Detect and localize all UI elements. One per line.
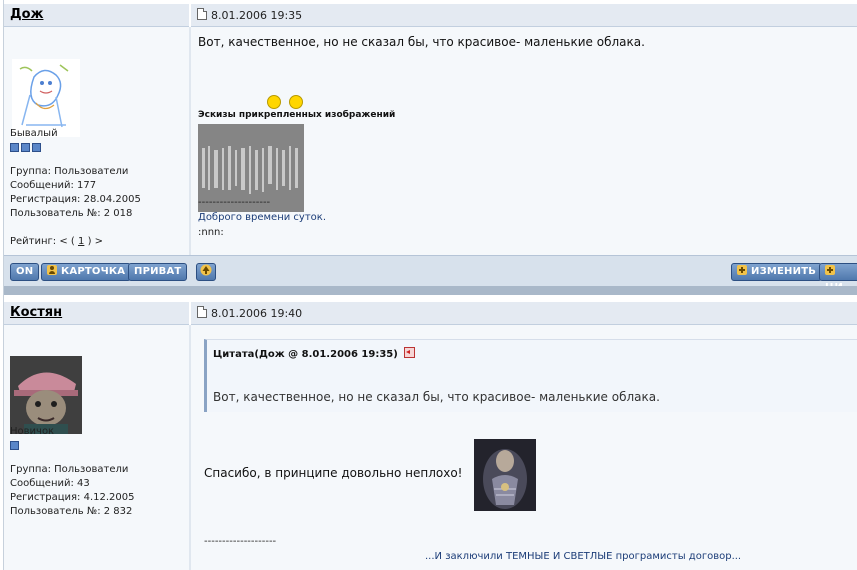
user-registered: Регистрация: 4.12.2005 <box>10 492 135 503</box>
post-text: Вот, качественное, но не сказал бы, что … <box>198 35 645 49</box>
arrow-up-icon <box>200 264 212 276</box>
signature-text: ...И заключили ТЕМНЫЕ И СВЕТЛЫЕ програми… <box>425 551 742 562</box>
user-rank: Бывалый <box>10 128 58 139</box>
user-rating: Рейтинг: < ( 1 ) > <box>10 235 103 249</box>
quote-text: Вот, качественное, но не сказал бы, что … <box>213 390 660 404</box>
rating-suffix: ) > <box>87 236 104 247</box>
signature-text: Доброго времени суток. <box>198 212 326 223</box>
post-author-header: Костян <box>4 302 189 325</box>
online-button[interactable]: ON <box>10 263 40 281</box>
edit-label: ИЗМЕНИТЬ <box>751 266 817 277</box>
profile-card-label: КАРТОЧКА <box>61 266 126 277</box>
post-text: Спасибо, в принципе довольно неплохо! <box>204 466 463 480</box>
user-number: Пользователь №: 2 832 <box>10 506 133 517</box>
profile-card-button[interactable]: КАРТОЧКА <box>41 263 132 281</box>
signature-extra: :nnn: <box>198 227 224 238</box>
user-messages: Сообщений: 43 <box>10 478 90 489</box>
rank-pip <box>32 143 41 152</box>
user-number: Пользователь №: 2 018 <box>10 208 133 219</box>
quote-title-text: Цитата(Дож @ 8.01.2006 19:35) <box>213 349 398 360</box>
rank-pip <box>10 143 19 152</box>
post-content: Цитата(Дож @ 8.01.2006 19:35) Вот, качес… <box>191 325 857 570</box>
avatar <box>10 356 82 434</box>
post-date-header: 8.01.2006 19:40 <box>191 302 857 325</box>
user-registered: Регистрация: 28.04.2005 <box>10 194 141 205</box>
rank-pips <box>10 440 21 453</box>
smiley-icon <box>289 95 303 109</box>
user-rank: Новичок <box>10 426 55 437</box>
forum-thread: Дож 8.01.2006 19:35 Бывалый Группа: Поль… <box>3 0 857 570</box>
avatar <box>12 59 80 137</box>
signature-divider: -------------------- <box>198 197 271 208</box>
user-group: Группа: Пользователи <box>10 464 129 475</box>
author-name-link[interactable]: Костян <box>10 305 62 320</box>
post-date-header: 8.01.2006 19:35 <box>191 4 857 27</box>
attachments-label: Эскизы прикрепленных изображений <box>198 110 396 120</box>
scroll-top-button[interactable] <box>196 263 216 281</box>
signature-divider: -------------------- <box>204 536 277 547</box>
rating-value-link[interactable]: 1 <box>78 236 84 247</box>
post-content: Вот, качественное, но не сказал бы, что … <box>191 27 857 255</box>
author-name-link[interactable]: Дож <box>10 7 43 22</box>
plus-icon <box>825 265 835 275</box>
document-icon <box>197 8 207 20</box>
rank-pip <box>10 441 19 450</box>
post-date: 8.01.2006 19:35 <box>211 9 303 22</box>
rank-pip <box>21 143 30 152</box>
quote-title: Цитата(Дож @ 8.01.2006 19:35) <box>213 347 416 360</box>
author-panel: Бывалый Группа: Пользователи Сообщений: … <box>4 27 191 255</box>
person-icon <box>47 265 57 275</box>
rating-prefix: Рейтинг: < ( <box>10 236 75 247</box>
document-icon <box>197 306 207 318</box>
plus-icon <box>737 265 747 275</box>
private-message-button[interactable]: ПРИВАТ <box>128 263 188 281</box>
edit-button[interactable]: ИЗМЕНИТЬ <box>731 263 823 281</box>
post-separator <box>4 286 857 295</box>
post-date: 8.01.2006 19:40 <box>211 307 303 320</box>
user-messages: Сообщений: 177 <box>10 180 97 191</box>
post-toolbar: ON КАРТОЧКА ПРИВАТ ИЗМЕНИТЬ ЦИ <box>4 255 857 293</box>
rank-pips <box>10 142 43 155</box>
post-image <box>474 439 536 511</box>
quote-block: Цитата(Дож @ 8.01.2006 19:35) Вот, качес… <box>204 339 857 412</box>
author-panel: Новичок Группа: Пользователи Сообщений: … <box>4 325 191 570</box>
back-arrow-icon[interactable] <box>404 347 416 358</box>
post-author-header: Дож <box>4 4 189 27</box>
quote-button[interactable]: ЦИ <box>819 263 857 293</box>
smiley-icon <box>267 95 281 109</box>
user-group: Группа: Пользователи <box>10 166 129 177</box>
